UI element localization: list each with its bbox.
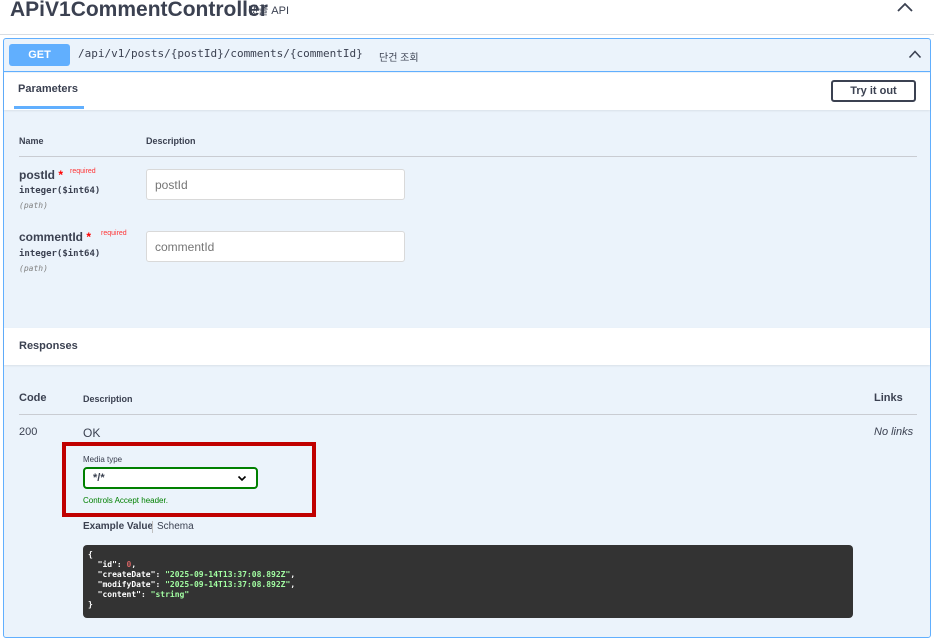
media-type-hint: Controls Accept header. <box>83 496 168 505</box>
param-location: (path) <box>19 201 48 210</box>
operation-path: /api/v1/posts/{postId}/comments/{comment… <box>78 47 363 60</box>
tag-header[interactable]: APiV1CommentController 댓글 API <box>0 0 934 35</box>
media-type-value: */* <box>93 472 105 484</box>
code-line: "modifyDate": "2025-09-14T13:37:08.892Z"… <box>97 580 296 589</box>
response-description: OK <box>83 426 101 440</box>
param-type: integer($int64) <box>19 249 101 259</box>
tab-example-value[interactable]: Example Value <box>83 521 153 532</box>
param-name-postid: postId * <box>19 168 64 182</box>
param-name-commentid: commentId * <box>19 230 92 244</box>
column-header-description: Description <box>83 394 133 404</box>
column-header-name: Name <box>19 136 44 146</box>
column-header-links: Links <box>874 392 903 404</box>
code-line: "id": 0, <box>97 560 137 569</box>
tab-parameters[interactable]: Parameters <box>18 83 78 95</box>
media-type-select[interactable]: */* <box>83 467 258 489</box>
chevron-up-icon[interactable] <box>908 48 922 60</box>
tab-active-indicator <box>14 106 84 109</box>
responses-title: Responses <box>19 340 78 352</box>
response-code: 200 <box>19 426 38 438</box>
chevron-down-icon <box>237 475 247 482</box>
column-header-description: Description <box>146 136 196 146</box>
media-type-label: Media type <box>83 455 123 464</box>
operation-summary-text: 단건 조회 <box>379 53 419 64</box>
parameters-header: Parameters <box>4 73 930 110</box>
code-line: "createDate": "2025-09-14T13:37:08.892Z"… <box>97 570 296 579</box>
divider <box>19 414 917 415</box>
param-location: (path) <box>19 264 48 273</box>
method-badge: GET <box>9 44 70 66</box>
tab-separator <box>152 521 153 533</box>
commentid-input[interactable] <box>146 231 405 262</box>
required-label: required <box>70 168 96 175</box>
response-links: No links <box>874 426 914 438</box>
param-type: integer($int64) <box>19 186 101 196</box>
tag-description: 댓글 API <box>248 5 290 17</box>
postid-input[interactable] <box>146 169 405 200</box>
code-line: } <box>88 600 93 609</box>
tag-title: APiV1CommentController <box>10 0 268 21</box>
example-value-code: { "id": 0, "createDate": "2025-09-14T13:… <box>83 545 853 618</box>
tab-schema[interactable]: Schema <box>157 521 194 532</box>
divider <box>19 156 917 157</box>
operation-summary[interactable]: GET /api/v1/posts/{postId}/comments/{com… <box>4 39 930 72</box>
column-header-code: Code <box>19 392 47 404</box>
responses-header: Responses <box>4 328 930 365</box>
chevron-up-icon[interactable] <box>896 0 914 14</box>
code-line: "content": "string" <box>97 590 190 599</box>
code-line: { <box>88 550 93 559</box>
required-label: required <box>101 230 127 237</box>
try-it-out-button[interactable]: Try it out <box>831 80 916 102</box>
operation-block: GET /api/v1/posts/{postId}/comments/{com… <box>3 38 931 638</box>
